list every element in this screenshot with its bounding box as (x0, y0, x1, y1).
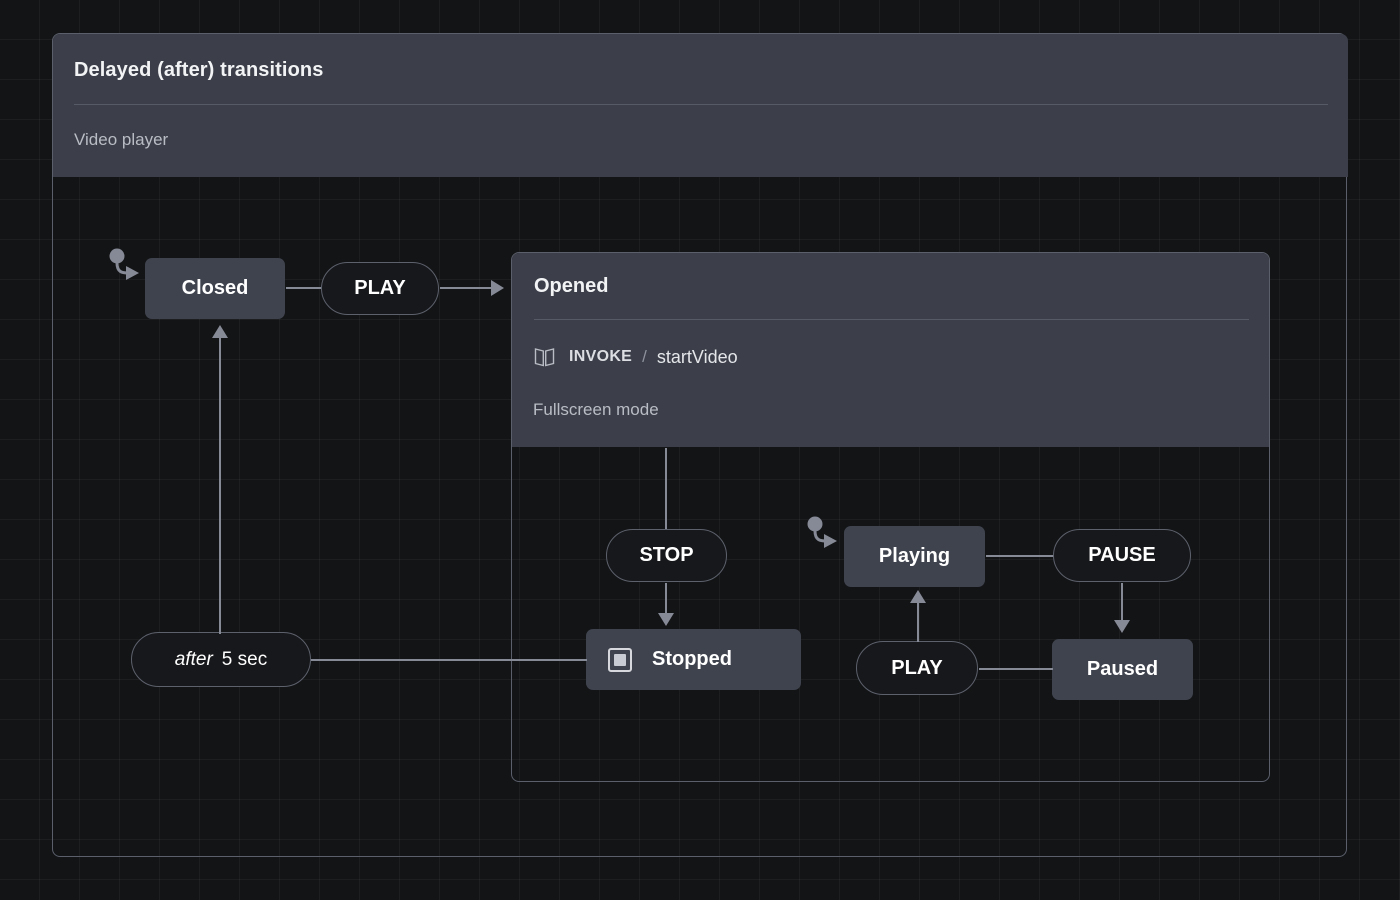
final-state-icon (608, 648, 632, 672)
initial-state-marker-closed (108, 248, 142, 284)
edge-opened-to-stop (665, 448, 667, 530)
event-pill-pause[interactable]: PAUSE (1053, 529, 1191, 582)
event-pill-play-resume[interactable]: PLAY (856, 641, 978, 695)
initial-state-marker-playing (806, 516, 840, 552)
arrowhead-play-to-opened (491, 280, 504, 296)
machine-header: Delayed (after) transitions Video player (53, 34, 1348, 177)
arrowhead-play-to-playing (910, 590, 926, 603)
event-pill-play-open[interactable]: PLAY (321, 262, 439, 315)
state-label-opened: Opened (534, 275, 608, 298)
state-label-closed: Closed (182, 277, 249, 300)
statechart-canvas: Delayed (after) transitions Video player… (0, 0, 1400, 900)
invoke-source: startVideo (657, 347, 738, 368)
state-node-paused[interactable]: Paused (1052, 639, 1193, 700)
arrowhead-stop-to-stopped (658, 613, 674, 626)
event-pill-after-delay[interactable]: after 5 sec (131, 632, 311, 687)
event-pill-stop[interactable]: STOP (606, 529, 727, 582)
state-label-playing: Playing (879, 545, 950, 568)
edge-playing-to-pause (986, 555, 1054, 557)
invoke-book-icon (534, 346, 555, 368)
edge-stopped-to-after (311, 659, 587, 661)
state-node-stopped[interactable]: Stopped (586, 629, 801, 690)
state-node-closed[interactable]: Closed (145, 258, 285, 319)
edge-closed-to-play (286, 287, 322, 289)
arrowhead-after-to-closed (212, 325, 228, 338)
edge-stop-to-stopped (665, 583, 667, 616)
page-title: Delayed (after) transitions (74, 59, 323, 82)
after-keyword: after (175, 649, 213, 671)
state-label-paused: Paused (1087, 658, 1158, 681)
edge-paused-to-play (979, 668, 1053, 670)
event-label-play-open: PLAY (354, 277, 406, 300)
edge-play-to-playing (917, 600, 919, 642)
edge-pause-to-paused (1121, 583, 1123, 623)
header-divider (74, 104, 1328, 105)
edge-play-to-opened (440, 287, 492, 289)
state-node-playing[interactable]: Playing (844, 526, 985, 587)
invoke-keyword: INVOKE (569, 348, 632, 366)
state-region-opened[interactable]: Opened INVOKE / startVideo Fullscreen mo… (511, 252, 1270, 782)
arrowhead-pause-to-paused (1114, 620, 1130, 633)
event-label-pause: PAUSE (1088, 544, 1155, 567)
event-label-stop: STOP (639, 544, 693, 567)
opened-description: Fullscreen mode (533, 400, 659, 420)
machine-subtitle: Video player (74, 130, 168, 150)
state-label-stopped: Stopped (652, 648, 732, 671)
event-label-play-resume: PLAY (891, 657, 943, 680)
edge-after-to-closed (219, 338, 221, 634)
invoke-separator: / (642, 347, 647, 367)
opened-divider (534, 319, 1249, 320)
opened-header: Opened INVOKE / startVideo Fullscreen mo… (512, 253, 1269, 447)
invoke-row: INVOKE / startVideo (534, 346, 738, 368)
after-value: 5 sec (222, 649, 267, 671)
